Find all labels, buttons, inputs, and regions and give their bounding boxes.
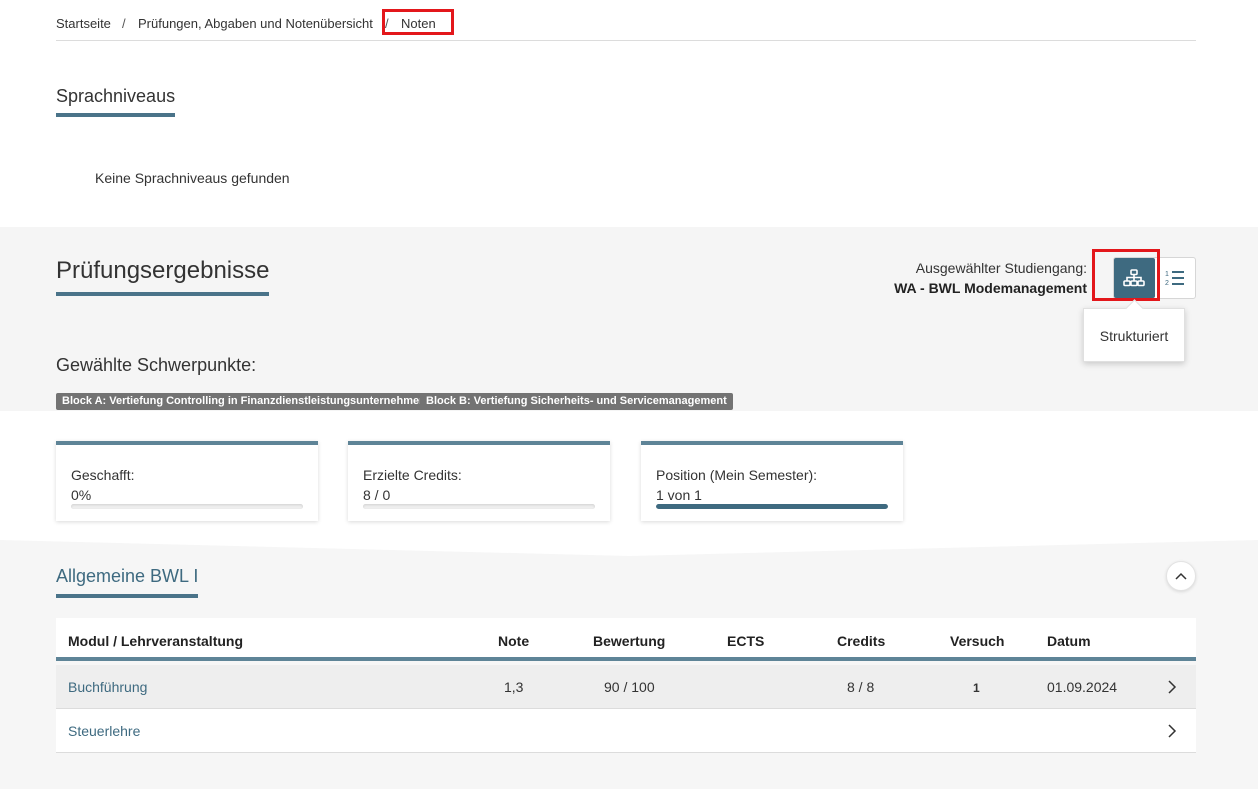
progress-bar [71, 504, 303, 509]
column-header-credits: Credits [837, 633, 886, 649]
results-section-title: Prüfungsergebnisse [56, 257, 270, 284]
column-header-versuch: Versuch [950, 633, 1005, 649]
table-header: Modul / Lehrveranstaltung Note Bewertung… [56, 618, 1196, 661]
module-group-title[interactable]: Allgemeine BWL I [56, 566, 198, 587]
program-label: Ausgewählter Studiengang: [915, 260, 1087, 276]
credits-cell: 8 / 8 [847, 679, 875, 695]
module-name-link[interactable]: Buchführung [68, 679, 147, 695]
grade-cell: 1,3 [504, 679, 524, 695]
focus-title: Gewählte Schwerpunkte: [56, 355, 257, 375]
column-header-module: Modul / Lehrveranstaltung [68, 633, 244, 649]
breadcrumb: Startseite / Prüfungen, Abgaben und Note… [56, 0, 1196, 41]
stat-card-credits: Erzielte Credits: 8 / 0 [348, 441, 610, 521]
progress-bar-fill [656, 504, 888, 509]
stat-value: 0% [71, 487, 92, 503]
stat-card-progress: Geschafft: 0% [56, 441, 318, 521]
column-header-bewertung: Bewertung [593, 633, 666, 649]
focus-badge: Block B: Vertiefung Sicherheits- und Ser… [420, 393, 733, 410]
language-empty-text: Keine Sprachniveaus gefunden [95, 170, 290, 186]
chevron-right-icon[interactable] [1166, 680, 1178, 694]
svg-text:2: 2 [1165, 280, 1169, 287]
language-section-title: Sprachniveaus [56, 86, 176, 106]
column-header-ects: ECTS [727, 633, 765, 649]
date-cell: 01.09.2024 [1047, 679, 1118, 695]
chevron-up-icon [1175, 572, 1187, 580]
column-header-datum: Datum [1047, 633, 1091, 649]
stat-label: Position (Mein Semester): [656, 467, 818, 483]
stat-value: 1 von 1 [656, 487, 702, 503]
attempt-cell: 1 [973, 681, 980, 695]
score-cell: 90 / 100 [604, 679, 655, 695]
svg-text:1: 1 [1165, 271, 1169, 278]
chevron-right-icon[interactable] [1166, 724, 1178, 738]
title-underline [56, 292, 269, 296]
progress-bar [363, 504, 595, 509]
table-row[interactable]: Steuerlehre [56, 709, 1196, 753]
highlight-box [1092, 249, 1160, 301]
program-value: WA - BWL Modemanagement [894, 280, 1087, 296]
stat-card-position: Position (Mein Semester): 1 von 1 [641, 441, 903, 521]
focus-badge: Block A: Vertiefung Controlling in Finan… [56, 393, 432, 410]
breadcrumb-separator: / [122, 16, 126, 31]
results-background [0, 227, 1258, 411]
title-underline [56, 113, 175, 117]
list-view-button[interactable]: 1 2 [1157, 258, 1195, 298]
numbered-list-icon: 1 2 [1165, 271, 1184, 287]
stat-value: 8 / 0 [363, 487, 391, 503]
table-row[interactable]: Buchführung 1,3 90 / 100 8 / 8 1 01.09.2… [56, 665, 1196, 709]
view-tooltip: Strukturiert [1083, 308, 1185, 362]
breadcrumb-parent-link[interactable]: Prüfungen, Abgaben und Notenübersicht [138, 16, 373, 31]
title-underline [56, 594, 198, 598]
breadcrumb-home-link[interactable]: Startseite [56, 16, 111, 31]
stat-label: Geschafft: [71, 467, 135, 483]
progress-bar [656, 504, 888, 509]
module-name-link[interactable]: Steuerlehre [68, 723, 140, 739]
stat-label: Erzielte Credits: [363, 467, 462, 483]
highlight-box [382, 9, 454, 35]
collapse-button[interactable] [1166, 561, 1196, 591]
column-header-note: Note [498, 633, 530, 649]
